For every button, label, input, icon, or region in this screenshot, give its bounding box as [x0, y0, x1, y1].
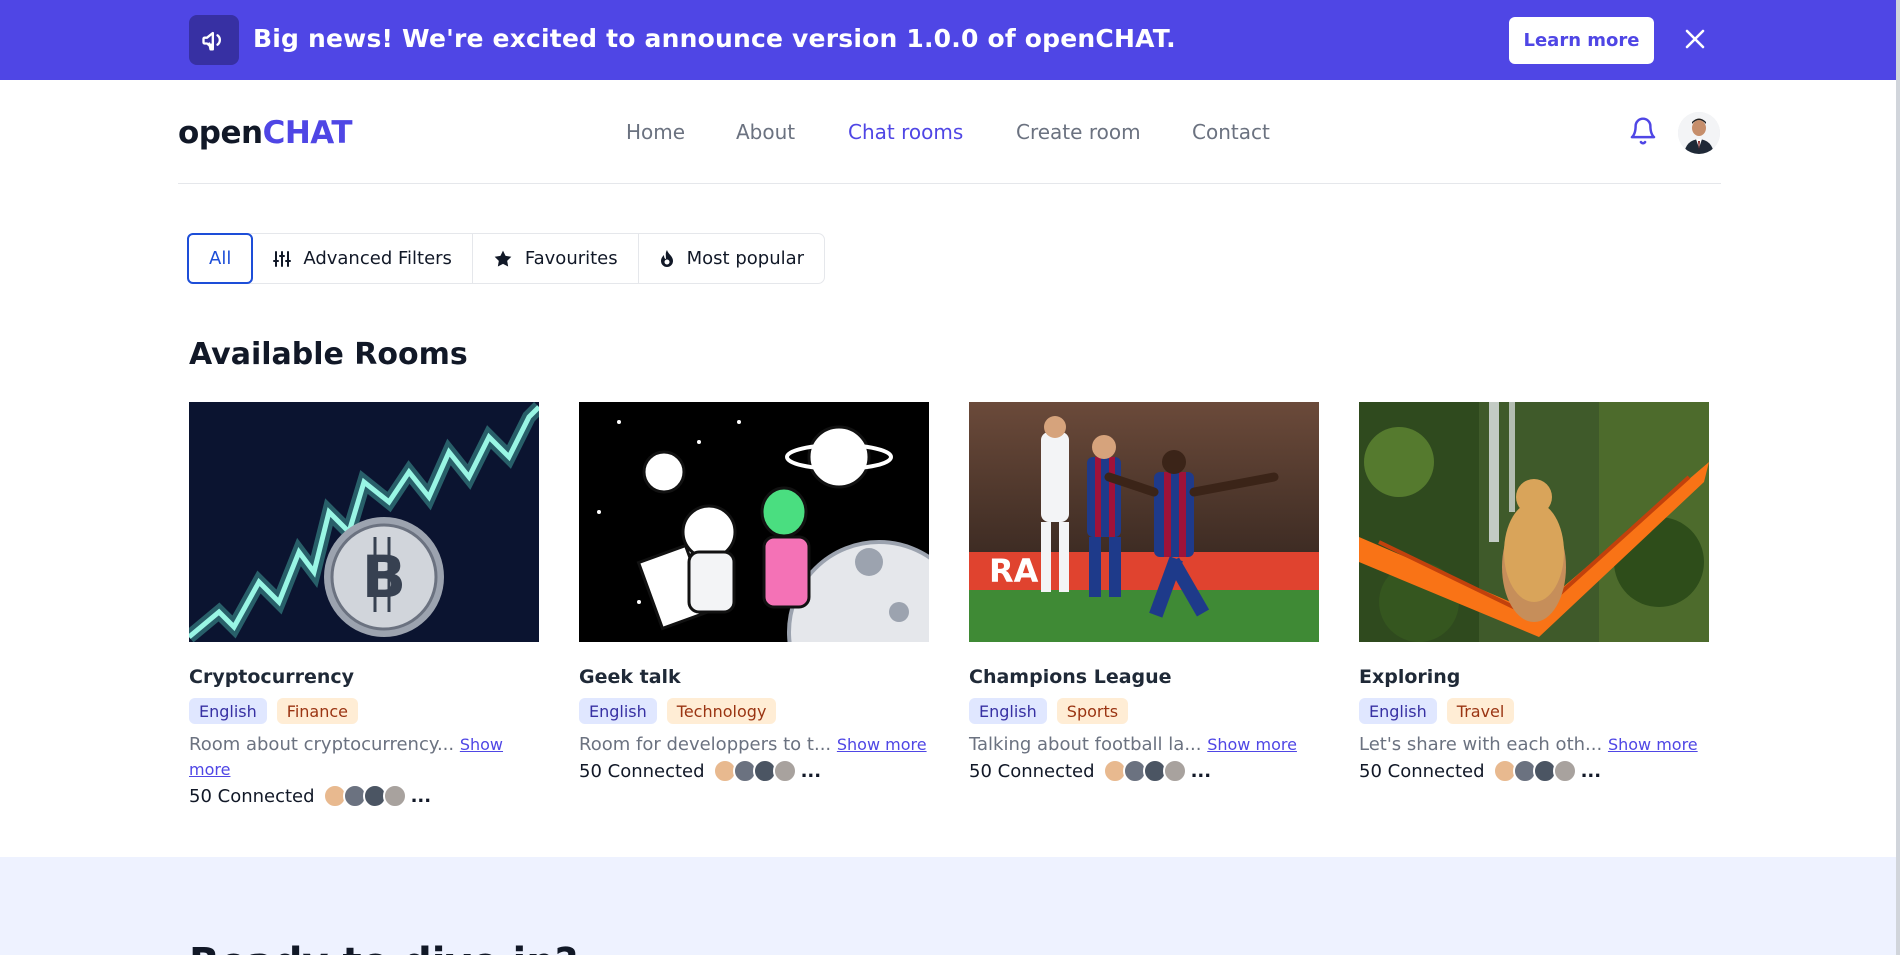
megaphone-icon [189, 15, 239, 65]
bell-icon[interactable] [1628, 115, 1658, 147]
connected-users: 50 Connected ... [1359, 759, 1709, 783]
avatar-stack [712, 759, 797, 783]
connected-users: 50 Connected ... [189, 784, 539, 808]
nav-chat-rooms[interactable]: Chat rooms [848, 120, 963, 148]
room-title[interactable]: Champions League [969, 666, 1319, 688]
scrollbar[interactable] [1896, 0, 1900, 955]
show-more-link[interactable]: Show more [1608, 735, 1698, 754]
logo-suffix: CHAT [262, 115, 353, 151]
room-card-champions-league[interactable]: RA Champions League English Sports Talki… [969, 402, 1319, 783]
room-image-geek-talk[interactable] [579, 402, 929, 642]
room-image-champions-league[interactable]: RA [969, 402, 1319, 642]
nav-contact[interactable]: Contact [1192, 120, 1270, 148]
avatar [772, 759, 797, 783]
avatar-stack [1102, 759, 1187, 783]
more-dots: ... [1190, 760, 1212, 782]
show-more-link[interactable]: Show more [1207, 735, 1297, 754]
more-dots: ... [410, 785, 432, 807]
avatar-stack [1492, 759, 1577, 783]
filter-most-popular-label: Most popular [686, 248, 805, 269]
room-description-text: Room about cryptocurrency... [189, 734, 455, 755]
connected-users: 50 Connected ... [579, 759, 929, 783]
language-tag: English [189, 698, 267, 724]
site-logo[interactable]: openCHAT [178, 115, 353, 151]
room-description-text: Let's share with each oth... [1359, 734, 1603, 755]
show-more-link[interactable]: Show more [837, 735, 927, 754]
section-title: Available Rooms [189, 337, 468, 372]
room-description: Room for developpers to t... Show more [579, 732, 929, 757]
category-tag: Sports [1056, 698, 1129, 724]
svg-text:B: B [362, 543, 406, 611]
room-card-geek-talk[interactable]: Geek talk English Technology Room for de… [579, 402, 929, 783]
room-card-exploring[interactable]: Exploring English Travel Let's share wit… [1359, 402, 1709, 783]
language-tag: English [1359, 698, 1437, 724]
room-description: Talking about football la... Show more [969, 732, 1319, 757]
avatar-stack [322, 784, 407, 808]
room-title[interactable]: Cryptocurrency [189, 666, 539, 688]
category-tag: Finance [276, 698, 358, 724]
announcement-banner: Big news! We're excited to announce vers… [0, 0, 1900, 80]
filter-advanced[interactable]: Advanced Filters [253, 234, 473, 283]
room-description: Let's share with each oth... Show more [1359, 732, 1709, 757]
language-tag: English [579, 698, 657, 724]
connected-count: 50 Connected [579, 760, 705, 782]
room-description: Room about cryptocurrency... Show more [189, 732, 519, 782]
filter-bar: All Advanced Filters Favourites Most pop… [187, 233, 826, 284]
filter-favourites[interactable]: Favourites [473, 234, 639, 283]
connected-count: 50 Connected [969, 760, 1095, 782]
connected-count: 50 Connected [1359, 760, 1485, 782]
filter-all-label: All [209, 248, 232, 269]
nav-about[interactable]: About [736, 120, 795, 148]
cta-title: Ready to dive in? [189, 940, 578, 955]
logo-prefix: open [178, 115, 263, 151]
language-tag: English [969, 698, 1047, 724]
avatar [1162, 759, 1187, 783]
room-title[interactable]: Geek talk [579, 666, 929, 688]
star-icon [494, 250, 512, 266]
svg-text:RA: RA [989, 552, 1039, 590]
room-title[interactable]: Exploring [1359, 666, 1709, 688]
nav-create-room[interactable]: Create room [1016, 120, 1141, 148]
more-dots: ... [1580, 760, 1602, 782]
learn-more-button[interactable]: Learn more [1509, 17, 1654, 64]
announcement-text: Big news! We're excited to announce vers… [253, 24, 1176, 53]
room-description-text: Room for developpers to t... [579, 734, 832, 755]
room-image-exploring[interactable] [1359, 402, 1709, 642]
connected-users: 50 Connected ... [969, 759, 1319, 783]
more-dots: ... [800, 760, 822, 782]
nav-home[interactable]: Home [626, 120, 685, 148]
fire-icon [660, 249, 673, 267]
avatar [1552, 759, 1577, 783]
close-icon[interactable] [1680, 24, 1710, 54]
room-image-cryptocurrency[interactable]: B [189, 402, 539, 642]
avatar [382, 784, 407, 808]
filter-all[interactable]: All [187, 233, 254, 284]
filter-advanced-label: Advanced Filters [303, 248, 452, 269]
room-card-cryptocurrency[interactable]: B Cryptocurrency English Finance Room ab… [189, 402, 539, 808]
category-tag: Travel [1446, 698, 1515, 724]
category-tag: Technology [666, 698, 777, 724]
room-description-text: Talking about football la... [969, 734, 1202, 755]
sliders-icon [273, 250, 292, 267]
filter-most-popular[interactable]: Most popular [639, 234, 824, 283]
header-divider [178, 183, 1721, 184]
filter-favourites-label: Favourites [524, 248, 618, 269]
user-avatar[interactable] [1678, 112, 1720, 154]
connected-count: 50 Connected [189, 785, 315, 807]
